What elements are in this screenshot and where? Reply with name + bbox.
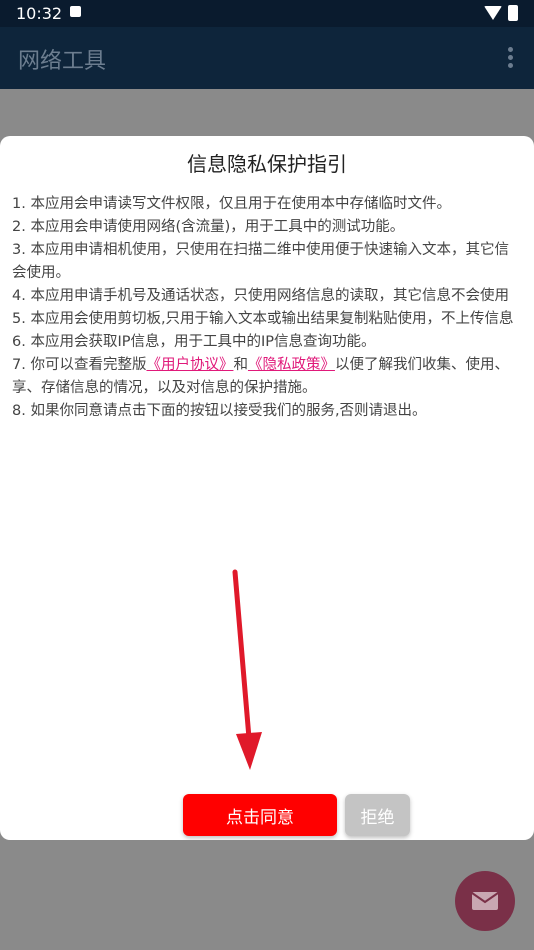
battery-icon <box>508 5 518 21</box>
policy-line-6: 6. 本应用会获取IP信息，用于工具中的IP信息查询功能。 <box>12 334 376 350</box>
status-bar: 10:32 <box>0 0 534 27</box>
policy-line-7: 7. 你可以查看完整版《用户协议》和《隐私政策》以便了解我们收集、使用、 <box>12 354 534 377</box>
status-time: 10:32 <box>16 4 63 23</box>
policy-line-3: 3. 本应用申请相机使用，只使用在扫描二维中使用便于快速输入文本，其它信 <box>12 242 509 258</box>
app-bar: 网络工具 <box>0 27 534 89</box>
more-options-icon[interactable] <box>508 47 514 69</box>
policy-line-2: 2. 本应用会申请使用网络(含流量)，用于工具中的测试功能。 <box>12 219 405 235</box>
policy-line-1: 1. 本应用会申请读写文件权限，仅且用于在使用本中存储临时文件。 <box>12 196 451 212</box>
dialog-title: 信息隐私保护指引 <box>187 152 347 176</box>
app-title: 网络工具 <box>18 49 107 74</box>
reject-button[interactable]: 拒绝 <box>345 794 410 836</box>
line7-suffix: 以便了解我们收集、使用、 <box>334 357 509 373</box>
privacy-dialog: 信息隐私保护指引 1. 本应用会申请读写文件权限，仅且用于在使用本中存储临时文件… <box>0 136 534 840</box>
dialog-body: 1. 本应用会申请读写文件权限，仅且用于在使用本中存储临时文件。 2. 本应用会… <box>12 193 534 423</box>
mail-icon <box>472 892 498 910</box>
privacy-policy-link[interactable]: 《隐私政策》 <box>248 357 335 373</box>
policy-line-7-cont: 享、存储信息的情况，以及对信息的保护措施。 <box>12 380 317 396</box>
wifi-icon <box>484 6 502 20</box>
and-text: 和 <box>233 357 248 373</box>
policy-line-3-cont: 会使用。 <box>12 265 70 281</box>
user-agreement-link[interactable]: 《用户协议》 <box>146 357 233 373</box>
notification-icon <box>70 6 81 17</box>
line7-prefix: 7. 你可以查看完整版 <box>12 357 147 373</box>
policy-line-8: 8. 如果你同意请点击下面的按钮以接受我们的服务,否则请退出。 <box>12 403 427 419</box>
agree-button[interactable]: 点击同意 <box>183 794 337 836</box>
policy-line-4: 4. 本应用申请手机号及通话状态，只使用网络信息的读取，其它信息不会使用 <box>12 288 509 304</box>
mail-fab[interactable] <box>455 871 515 931</box>
policy-line-5: 5. 本应用会使用剪切板,只用于输入文本或输出结果复制粘贴使用，不上传信息 <box>12 311 514 327</box>
